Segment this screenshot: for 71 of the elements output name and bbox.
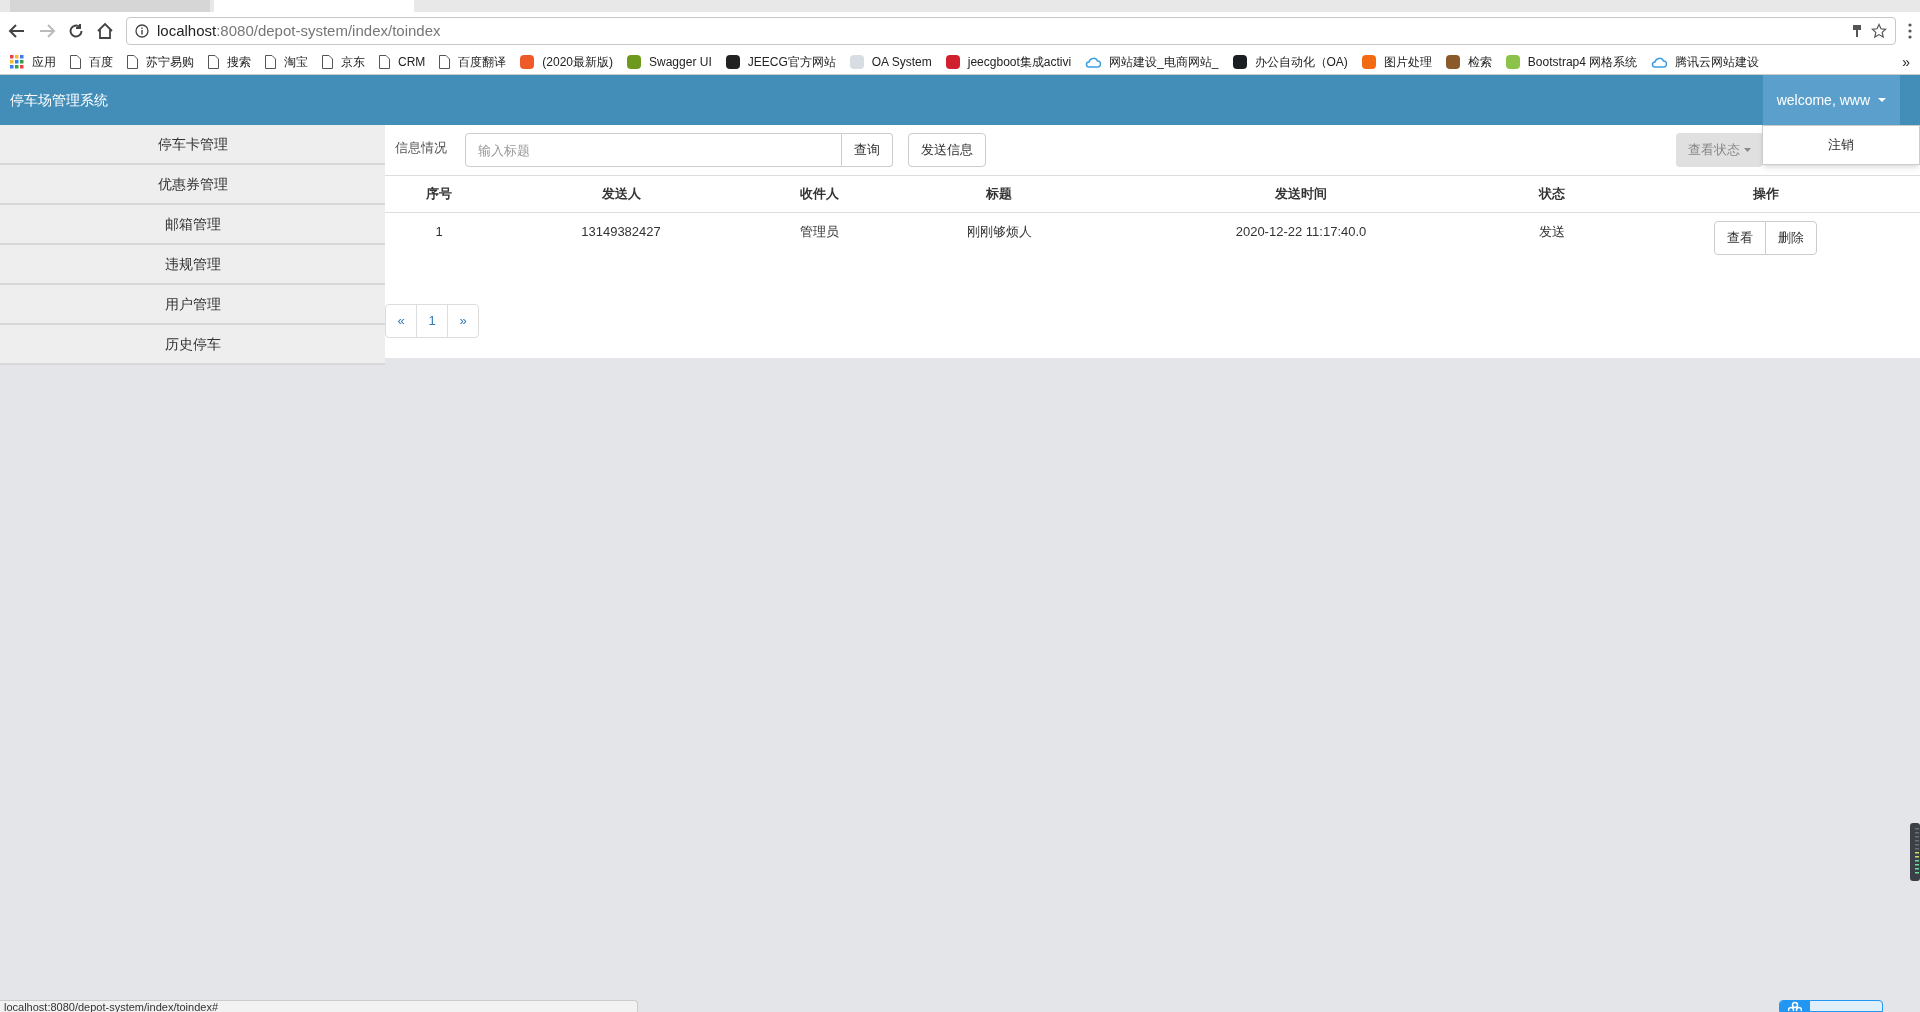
menu-item[interactable]: 注销 bbox=[1763, 132, 1919, 158]
caret-icon bbox=[1744, 148, 1751, 152]
page-icon bbox=[322, 55, 333, 69]
page-link[interactable]: » bbox=[447, 304, 479, 338]
info-icon bbox=[135, 24, 149, 38]
level-meter-icon bbox=[1910, 823, 1920, 881]
bookmark[interactable]: 京东 bbox=[322, 53, 365, 71]
table-cell-text: 1 bbox=[435, 223, 443, 241]
upload-icon bbox=[1788, 1001, 1802, 1011]
back-arrow-icon[interactable] bbox=[8, 22, 26, 40]
column-header: 标题 bbox=[986, 185, 1012, 204]
apps-grid-icon bbox=[10, 55, 24, 69]
upload-button[interactable] bbox=[1779, 1000, 1883, 1012]
table-cell-text: 管理员 bbox=[799, 223, 839, 241]
reload-icon[interactable] bbox=[68, 23, 84, 39]
column-header: 收件人 bbox=[799, 185, 839, 204]
bookmark[interactable]: OA System bbox=[849, 53, 932, 71]
table-cell-text: 13149382427 bbox=[581, 223, 661, 241]
bookmark[interactable]: 应用 bbox=[10, 53, 56, 71]
bookmark[interactable]: 图片处理 bbox=[1361, 53, 1432, 71]
delete-button[interactable]: 删除 bbox=[1765, 221, 1817, 255]
page-icon bbox=[265, 55, 276, 69]
more-bookmarks[interactable]: » bbox=[1902, 51, 1910, 73]
page-icon bbox=[379, 55, 390, 69]
menu-dots-icon[interactable] bbox=[1908, 23, 1912, 39]
bookmark[interactable]: Bootstrap4 网格系统 bbox=[1505, 53, 1638, 71]
sidebar-item[interactable]: 违规管理 bbox=[0, 245, 385, 285]
table-cell-text: 发送 bbox=[1539, 223, 1565, 241]
bookmark[interactable]: 网站建设_电商网站_ bbox=[1085, 53, 1219, 71]
sidebar-item[interactable]: 邮箱管理 bbox=[0, 205, 385, 245]
sidebar-item[interactable]: 优惠券管理 bbox=[0, 165, 385, 205]
bookmark[interactable]: 苏宁易购 bbox=[127, 53, 194, 71]
page-icon bbox=[208, 55, 219, 69]
home-icon[interactable] bbox=[96, 22, 114, 40]
search-field[interactable]: 输入标题 bbox=[465, 133, 842, 167]
bookmark[interactable]: JEECG官方网站 bbox=[725, 53, 836, 71]
column-header: 操作 bbox=[1752, 185, 1779, 204]
toolbar-label: 信息情况 bbox=[395, 139, 447, 158]
bookmark[interactable]: jeecgboot集成activi bbox=[945, 53, 1072, 71]
address-bar[interactable]: localhost:8080/depot-system/index/toindex bbox=[126, 17, 1896, 45]
bookmark[interactable]: (2020最新版) bbox=[520, 53, 613, 71]
app-title: 停车场管理系统 bbox=[10, 90, 108, 110]
view-button[interactable]: 查看 bbox=[1714, 221, 1766, 255]
page-link[interactable]: « bbox=[385, 304, 417, 338]
column-header: 发送人 bbox=[601, 185, 641, 204]
sidebar-item[interactable]: 用户管理 bbox=[0, 285, 385, 325]
bookmark[interactable]: Swagger UI bbox=[627, 53, 712, 71]
bookmark[interactable]: 百度翻译 bbox=[439, 53, 507, 71]
bookmark[interactable]: 办公自动化（OA) bbox=[1232, 53, 1348, 71]
bookmark[interactable]: 淘宝 bbox=[265, 53, 308, 71]
caret-icon bbox=[1878, 97, 1886, 103]
page-link[interactable]: 1 bbox=[416, 304, 448, 338]
star-icon[interactable] bbox=[1871, 23, 1887, 39]
column-header: 发送时间 bbox=[1275, 185, 1327, 204]
bookmark[interactable]: 搜索 bbox=[208, 53, 251, 71]
bookmark[interactable]: CRM bbox=[379, 53, 426, 71]
url-text: localhost:8080/depot-system/index/toindex bbox=[157, 20, 441, 41]
page-icon bbox=[439, 55, 451, 69]
bookmark[interactable]: 检索 bbox=[1445, 53, 1492, 71]
sidebar-item[interactable]: 停车卡管理 bbox=[0, 125, 385, 165]
column-header: 序号 bbox=[426, 185, 452, 204]
send-button[interactable]: 发送信息 bbox=[908, 133, 986, 167]
search-button[interactable]: 查询 bbox=[842, 133, 893, 167]
bookmark[interactable]: 腾讯云网站建设 bbox=[1651, 53, 1760, 71]
table-cell-text: 2020-12-22 11:17:40.0 bbox=[1235, 223, 1367, 241]
sidebar-item[interactable]: 历史停车 bbox=[0, 325, 385, 365]
page-icon bbox=[127, 55, 138, 69]
column-header: 状态 bbox=[1539, 185, 1565, 204]
bookmark[interactable]: 百度 bbox=[70, 53, 113, 71]
table-cell-text: 刚刚够烦人 bbox=[966, 223, 1032, 241]
page-icon bbox=[70, 55, 81, 69]
